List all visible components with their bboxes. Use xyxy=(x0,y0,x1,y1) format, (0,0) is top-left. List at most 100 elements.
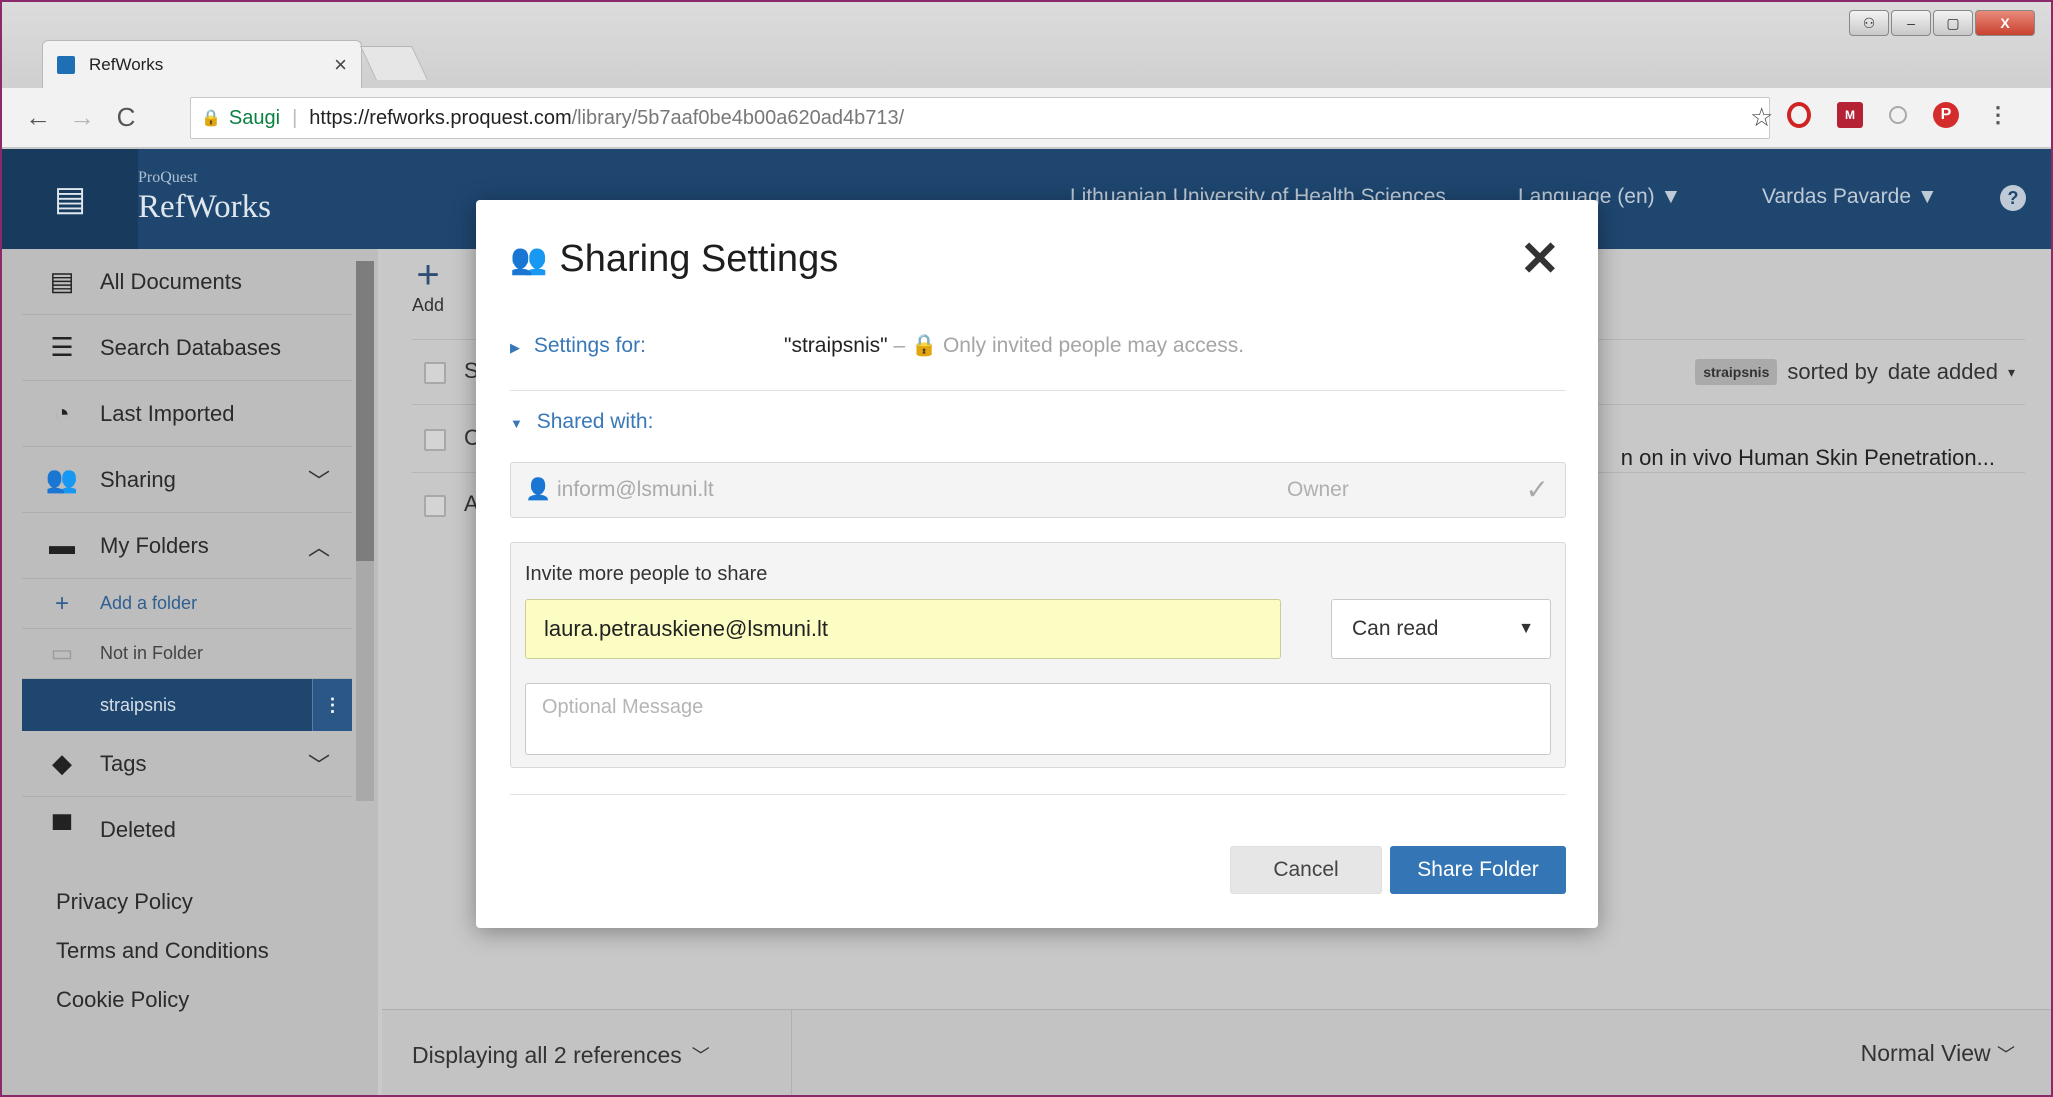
caret-down-icon[interactable]: ▾ xyxy=(2008,364,2015,381)
close-icon[interactable]: ✕ xyxy=(1520,236,1560,284)
document-icon: ▤ xyxy=(49,266,75,296)
chevron-down-icon: ﹀ xyxy=(691,1046,710,1066)
folder-name: straipsnis xyxy=(100,694,177,715)
mendeley-extension-icon[interactable]: M xyxy=(1837,102,1863,128)
invite-email-input[interactable] xyxy=(525,599,1281,659)
forward-button[interactable]: → xyxy=(60,102,104,133)
folder-options-icon[interactable]: ⋮ xyxy=(312,679,352,731)
settings-for-toggle[interactable]: ▶ Settings for: xyxy=(510,334,646,358)
tab-close-icon[interactable]: × xyxy=(334,52,347,78)
select-all-checkbox[interactable] xyxy=(424,362,446,384)
view-label: Normal View xyxy=(1860,1040,1991,1066)
terms-link[interactable]: Terms and Conditions xyxy=(56,926,269,975)
cookie-policy-link[interactable]: Cookie Policy xyxy=(56,975,269,1024)
sidebar-nav: ▤ All Documents ☰ Search Databases ◔ Las… xyxy=(22,249,352,859)
sort-dropdown[interactable]: date added xyxy=(1888,359,1998,385)
url-path: /library/5b7aaf0be4b00a620ad4b713/ xyxy=(571,106,905,129)
document-menu-icon[interactable]: ▤ xyxy=(2,149,138,249)
back-button[interactable]: ← xyxy=(16,102,60,133)
reference-title[interactable]: n on in vivo Human Skin Penetration... xyxy=(1621,445,1995,471)
lock-icon: 🔒 xyxy=(201,110,221,127)
sidebar-item-tags[interactable]: ◆ Tags ﹀ xyxy=(22,731,352,797)
user-menu[interactable]: Vardas Pavarde ▼ xyxy=(1762,185,1938,209)
permission-select[interactable]: Can read ▼ xyxy=(1331,599,1551,659)
dialog-title-text: Sharing Settings xyxy=(559,238,839,280)
minimize-button[interactable]: – xyxy=(1891,10,1931,36)
sidebar-item-all-documents[interactable]: ▤ All Documents xyxy=(22,249,352,315)
chevron-down-icon: ﹀ xyxy=(1997,1045,2015,1065)
displaying-dropdown[interactable]: Displaying all 2 references ﹀ xyxy=(412,1010,792,1095)
browser-tab[interactable]: RefWorks × xyxy=(42,40,362,88)
reload-button[interactable]: C xyxy=(104,102,148,133)
invite-label: Invite more people to share xyxy=(525,563,768,585)
owner-email: 👤 inform@lsmuni.lt xyxy=(525,478,714,502)
add-button[interactable]: + Add xyxy=(412,255,444,316)
pinterest-extension-icon[interactable]: P xyxy=(1933,102,1959,128)
sort-bar: straipsnis sorted by date added ▾ xyxy=(1695,359,2015,385)
trash-icon: ▀ xyxy=(52,814,72,844)
sidebar-item-label: Tags xyxy=(100,750,147,776)
add-folder-label: Add a folder xyxy=(100,593,198,613)
sidebar-item-deleted[interactable]: ▀ Deleted xyxy=(22,797,352,859)
sidebar-item-last-imported[interactable]: ◔ Last Imported xyxy=(22,381,352,447)
dash: – xyxy=(893,334,911,357)
close-window-button[interactable]: X xyxy=(1975,10,2035,36)
invite-box: Invite more people to share Can read ▼ xyxy=(510,542,1566,768)
dialog-title: 👥 Sharing Settings xyxy=(510,238,838,281)
address-separator: | xyxy=(292,106,298,129)
bottom-bar: Displaying all 2 references ﹀ Normal Vie… xyxy=(382,1009,2051,1095)
optional-message-field[interactable] xyxy=(525,683,1551,755)
sidebar-item-search-databases[interactable]: ☰ Search Databases xyxy=(22,315,352,381)
secure-label: Saugi xyxy=(228,106,281,129)
browser-toolbar: ← → C 🔒 Saugi | https://refworks.proques… xyxy=(2,88,2051,148)
view-dropdown[interactable]: Normal View ﹀ xyxy=(1861,1040,2015,1067)
circle-extension-icon[interactable] xyxy=(1889,106,1907,124)
caret-down-icon: ▼ xyxy=(1518,620,1534,637)
user-icon: 👤 xyxy=(525,478,552,501)
sidebar-item-label: Deleted xyxy=(100,816,176,842)
cancel-button[interactable]: Cancel xyxy=(1230,846,1382,894)
user-switch-button[interactable]: ⚇ xyxy=(1849,10,1889,36)
sidebar-item-my-folders[interactable]: ▬ My Folders ︿ xyxy=(22,513,352,579)
maximize-button[interactable]: ▢ xyxy=(1933,10,1973,36)
new-tab-button[interactable] xyxy=(360,46,428,80)
sidebar-item-sharing[interactable]: 👥 Sharing ﹀ xyxy=(22,447,352,513)
url-host: https://refworks.proquest.com xyxy=(309,106,572,129)
scrollbar-thumb[interactable] xyxy=(356,261,374,561)
help-icon[interactable]: ? xyxy=(2000,185,2026,211)
not-in-folder-item[interactable]: ▭ Not in Folder xyxy=(22,629,352,679)
window-controls: ⚇ – ▢ X xyxy=(1849,10,2035,36)
sidebar: ▤ All Documents ☰ Search Databases ◔ Las… xyxy=(2,249,378,1095)
displaying-label: Displaying all 2 references xyxy=(412,1041,682,1068)
chevron-down-icon: ﹀ xyxy=(307,752,330,778)
sidebar-item-label: Last Imported xyxy=(100,400,235,426)
folder-pill: straipsnis xyxy=(1695,359,1778,385)
brand-refworks[interactable]: RefWorks xyxy=(138,189,271,226)
share-folder-button[interactable]: Share Folder xyxy=(1390,846,1566,894)
favicon-icon xyxy=(57,55,75,74)
sidebar-item-label: Sharing xyxy=(100,466,176,492)
folder-item-selected[interactable]: straipsnis ⋮ xyxy=(22,679,352,731)
sidebar-item-label: Search Databases xyxy=(100,334,281,360)
bookmark-star-icon[interactable]: ☆ xyxy=(1750,102,1773,133)
plus-icon: + xyxy=(54,589,69,617)
address-bar[interactable]: 🔒 Saugi | https://refworks.proquest.com … xyxy=(190,97,1770,139)
owner-email-text: inform@lsmuni.lt xyxy=(557,478,714,501)
sidebar-scrollbar[interactable] xyxy=(356,261,374,801)
people-icon: 👥 xyxy=(45,464,79,494)
shared-with-toggle[interactable]: ▼ Shared with: xyxy=(510,410,653,434)
privacy-policy-link[interactable]: Privacy Policy xyxy=(56,877,269,926)
add-folder-item[interactable]: + Add a folder xyxy=(22,579,352,629)
extensions-bar: M P ⋮ xyxy=(1787,102,2011,128)
chevron-up-icon: ︿ xyxy=(307,534,330,560)
opera-extension-icon[interactable] xyxy=(1787,102,1811,128)
sidebar-item-label: All Documents xyxy=(100,268,242,294)
owner-role: Owner xyxy=(1287,478,1349,501)
browser-menu-icon[interactable]: ⋮ xyxy=(1985,102,2011,128)
permission-value: Can read xyxy=(1352,617,1439,640)
row-checkbox[interactable] xyxy=(424,429,446,451)
row-checkbox[interactable] xyxy=(424,495,446,517)
sidebar-item-label: My Folders xyxy=(100,532,209,558)
tab-strip: RefWorks × ⚇ – ▢ X xyxy=(2,2,2051,92)
owner-row: 👤 inform@lsmuni.lt Owner ✓ xyxy=(510,462,1566,518)
